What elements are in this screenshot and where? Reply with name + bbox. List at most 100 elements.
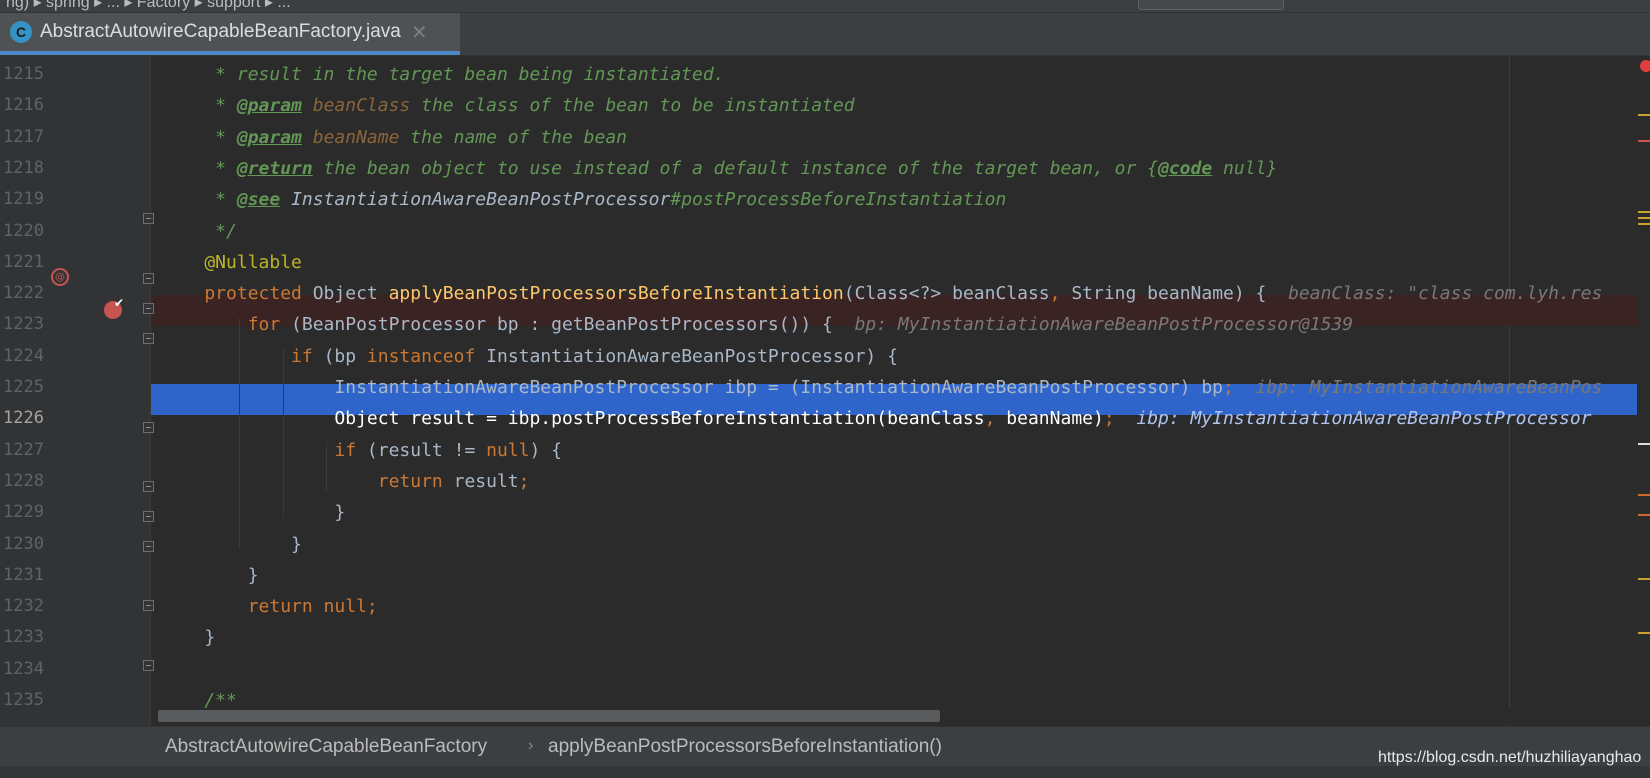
line-number[interactable]: 1217 — [0, 122, 44, 153]
code-token: (Class<?> beanClass — [843, 283, 1050, 305]
code-text[interactable]: * @see InstantiationAwareBeanPostProcess… — [161, 184, 1006, 215]
code-token: the name of the bean — [399, 126, 628, 148]
code-text[interactable]: if (result != null) { — [161, 435, 562, 466]
stripe-mark[interactable] — [1638, 217, 1650, 219]
stripe-mark[interactable] — [1638, 514, 1650, 516]
fold-marker-icon[interactable] — [143, 511, 154, 522]
code-line[interactable]: 1224 if (bp instanceof InstantiationAwar… — [0, 341, 1650, 372]
code-token: #postProcessBeforeInstantiation — [670, 189, 1007, 211]
fold-marker-icon[interactable] — [143, 422, 154, 433]
code-token: Object result = ibp.postProcessBeforeIns… — [161, 408, 985, 430]
code-line[interactable]: 1228 return result; — [0, 466, 1650, 497]
fold-marker-icon[interactable] — [143, 481, 154, 492]
breadcrumb-class[interactable]: AbstractAutowireCapableBeanFactory — [165, 736, 487, 758]
code-text[interactable]: } — [161, 497, 345, 528]
code-text[interactable]: } — [161, 560, 259, 591]
code-line[interactable]: 1223 for (BeanPostProcessor bp : getBean… — [0, 309, 1650, 340]
line-number[interactable]: 1218 — [0, 153, 44, 184]
line-number[interactable]: 1223 — [0, 309, 44, 340]
line-number[interactable]: 1220 — [0, 216, 44, 247]
stripe-mark[interactable] — [1638, 140, 1650, 142]
line-number[interactable]: 1228 — [0, 466, 44, 497]
code-line[interactable]: 1221 @Nullable — [0, 247, 1650, 278]
code-line[interactable]: 1222 protected Object applyBeanPostProce… — [0, 278, 1650, 309]
code-text[interactable]: return null; — [161, 591, 378, 622]
navigation-bar: ng) ▸ spring ▸ ... ▸ Factory ▸ support ▸… — [0, 0, 1650, 13]
stripe-mark[interactable] — [1638, 578, 1650, 580]
breadcrumb-method[interactable]: applyBeanPostProcessorsBeforeInstantiati… — [548, 736, 942, 758]
stripe-mark[interactable] — [1638, 494, 1650, 496]
code-line[interactable]: 1216 * @param beanClass the class of the… — [0, 90, 1650, 121]
code-token: Object — [312, 283, 389, 305]
override-method-icon[interactable]: @ — [51, 268, 69, 286]
line-number[interactable]: 1231 — [0, 560, 44, 591]
line-number[interactable]: 1234 — [0, 654, 44, 685]
code-line[interactable]: 1232 return null; — [0, 591, 1650, 622]
line-number[interactable]: 1230 — [0, 529, 44, 560]
code-line[interactable]: 1219 * @see InstantiationAwareBeanPostPr… — [0, 184, 1650, 215]
code-text[interactable]: @Nullable — [161, 247, 302, 278]
code-token: , — [1049, 283, 1072, 305]
fold-marker-icon[interactable] — [143, 333, 154, 344]
code-text[interactable]: * @param beanClass the class of the bean… — [161, 90, 854, 121]
tab-abstract-autowire-capable-bean-factory[interactable]: C AbstractAutowireCapableBeanFactory.jav… — [0, 13, 460, 55]
fold-marker-icon[interactable] — [143, 303, 154, 314]
error-indicator-icon[interactable] — [1640, 60, 1650, 72]
fold-marker-icon[interactable] — [143, 600, 154, 611]
fold-marker-icon[interactable] — [143, 541, 154, 552]
code-line[interactable]: 1233 } — [0, 622, 1650, 653]
stripe-mark[interactable] — [1638, 211, 1650, 213]
stripe-mark[interactable] — [1638, 223, 1650, 225]
code-line[interactable]: 1217 * @param beanName the name of the b… — [0, 122, 1650, 153]
line-number[interactable]: 1227 — [0, 435, 44, 466]
code-line[interactable]: 1225 InstantiationAwareBeanPostProcessor… — [0, 372, 1650, 403]
line-number[interactable]: 1216 — [0, 90, 44, 121]
code-line[interactable]: 1229 } — [0, 497, 1650, 528]
line-number[interactable]: 1222 — [0, 278, 44, 309]
code-line[interactable]: 1231 } — [0, 560, 1650, 591]
code-text[interactable]: } — [161, 622, 215, 653]
stripe-mark[interactable] — [1638, 114, 1650, 116]
code-token: ; — [518, 470, 530, 492]
code-text[interactable]: * result in the target bean being instan… — [161, 59, 724, 90]
code-line[interactable]: 1234 — [0, 654, 1650, 685]
code-line[interactable]: 1220 */ — [0, 216, 1650, 247]
code-line[interactable]: 1226 Object result = ibp.postProcessBefo… — [0, 403, 1650, 434]
code-line[interactable]: 1218 * @return the bean object to use in… — [0, 153, 1650, 184]
line-number[interactable]: 1232 — [0, 591, 44, 622]
line-number[interactable]: 1219 — [0, 184, 44, 215]
code-text[interactable]: protected Object applyBeanPostProcessors… — [161, 278, 1602, 309]
line-number[interactable]: 1215 — [0, 59, 44, 90]
code-token: InstantiationAwareBeanPostProcessor) { — [486, 345, 898, 367]
fold-marker-icon[interactable] — [143, 660, 154, 671]
code-line[interactable]: 1215 * result in the target bean being i… — [0, 59, 1650, 90]
line-number[interactable]: 1233 — [0, 622, 44, 653]
line-number[interactable]: 1229 — [0, 497, 44, 528]
code-text[interactable]: if (bp instanceof InstantiationAwareBean… — [161, 341, 898, 372]
code-text[interactable]: Object result = ibp.postProcessBeforeIns… — [161, 403, 1591, 434]
code-text[interactable]: * @return the bean object to use instead… — [161, 153, 1277, 184]
stripe-mark[interactable] — [1638, 443, 1650, 445]
code-text[interactable]: } — [161, 529, 302, 560]
run-configuration-selector[interactable] — [1138, 0, 1284, 10]
code-token: for — [161, 314, 292, 336]
code-text[interactable]: for (BeanPostProcessor bp : getBeanPostP… — [161, 309, 1353, 340]
fold-marker-icon[interactable] — [143, 273, 154, 284]
fold-marker-icon[interactable] — [143, 213, 154, 224]
navigation-path[interactable]: ng) ▸ spring ▸ ... ▸ Factory ▸ support ▸… — [6, 0, 291, 12]
line-number[interactable]: 1224 — [0, 341, 44, 372]
code-text[interactable]: */ — [161, 216, 237, 247]
code-line[interactable]: 1227 if (result != null) { — [0, 435, 1650, 466]
error-stripe[interactable] — [1637, 56, 1650, 726]
line-number[interactable]: 1226 — [0, 403, 44, 434]
code-text[interactable]: InstantiationAwareBeanPostProcessor ibp … — [161, 372, 1602, 403]
line-number[interactable]: 1235 — [0, 685, 44, 716]
line-number[interactable]: 1221 — [0, 247, 44, 278]
close-icon[interactable]: ✕ — [411, 20, 428, 45]
code-text[interactable]: return result; — [161, 466, 530, 497]
horizontal-scrollbar-thumb[interactable] — [158, 710, 940, 722]
stripe-mark[interactable] — [1638, 632, 1650, 634]
line-number[interactable]: 1225 — [0, 372, 44, 403]
code-line[interactable]: 1230 } — [0, 529, 1650, 560]
code-text[interactable]: * @param beanName the name of the bean — [161, 122, 627, 153]
